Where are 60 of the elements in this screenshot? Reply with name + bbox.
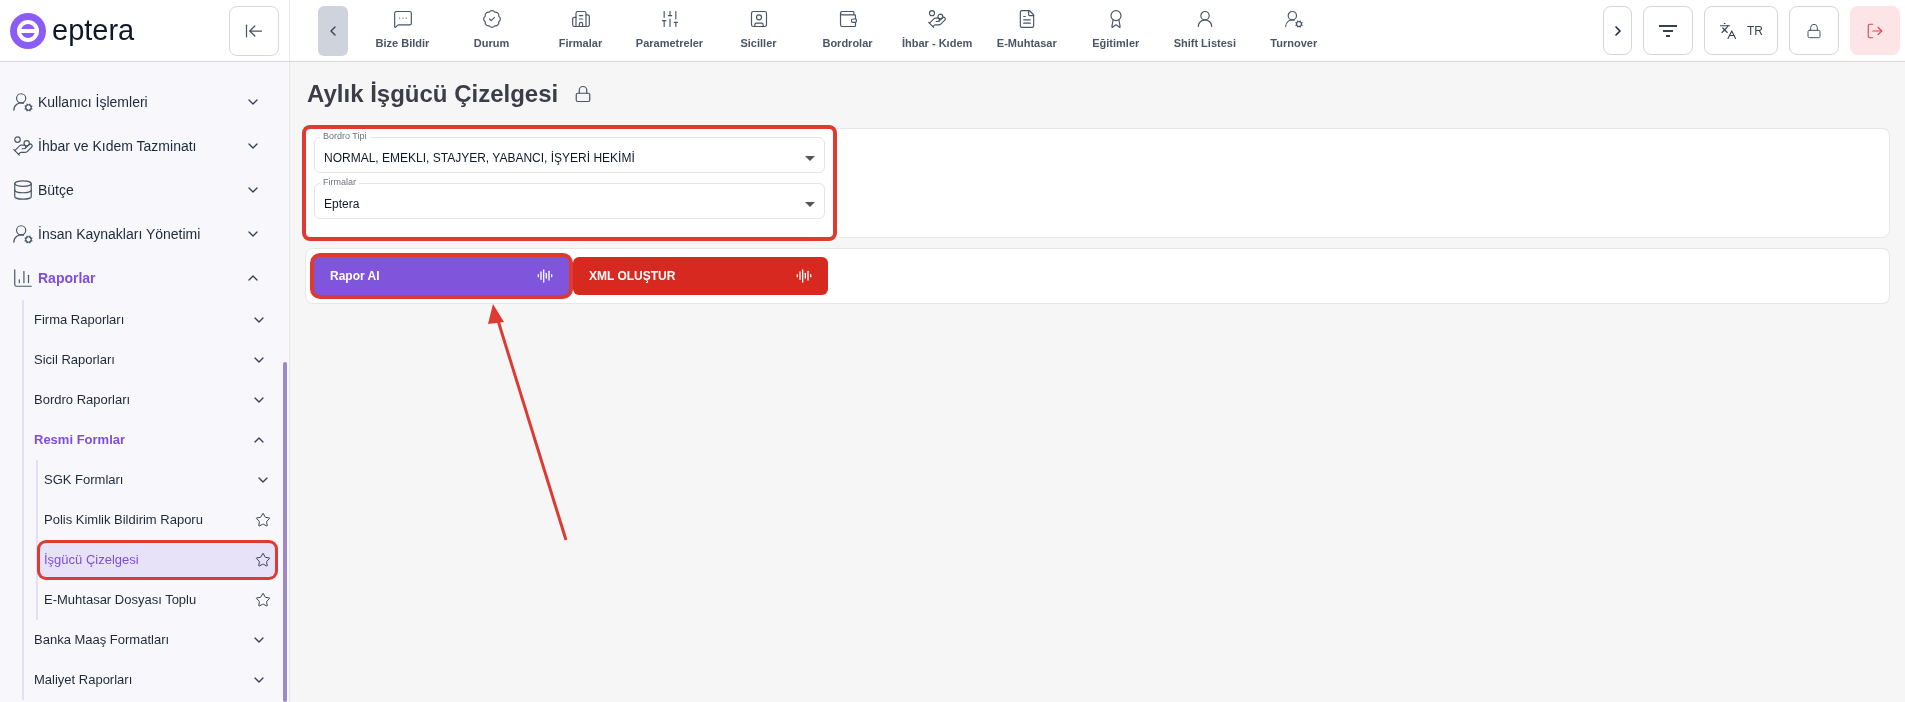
- toolbar-button[interactable]: E-Muhtasar: [984, 5, 1070, 56]
- logo-icon: [10, 12, 46, 49]
- hand-coins-icon: [927, 9, 948, 30]
- logout-button[interactable]: [1850, 6, 1900, 55]
- toolbar-button[interactable]: Durum: [449, 5, 534, 56]
- collapse-sidebar-button[interactable]: [229, 5, 279, 56]
- building-icon: [570, 9, 591, 30]
- chart-icon: [12, 267, 34, 289]
- user-card-icon: [748, 9, 769, 30]
- toolbar-button[interactable]: Eğitimler: [1073, 5, 1159, 56]
- brand-name: eptera: [52, 16, 135, 45]
- user-cog-icon: [1283, 9, 1304, 30]
- logout-icon: [1866, 21, 1884, 40]
- star-icon[interactable]: [255, 512, 271, 528]
- database-icon: [12, 179, 34, 201]
- sliders-icon: [659, 9, 680, 30]
- translate-icon: [1719, 21, 1737, 40]
- language-button[interactable]: TR: [1704, 6, 1778, 55]
- toolbar-button[interactable]: Shift Listesi: [1162, 5, 1248, 56]
- scroll-right-button[interactable]: [1603, 6, 1632, 55]
- sidebar-item[interactable]: Bütçe: [0, 168, 289, 212]
- filter-button[interactable]: [1643, 6, 1693, 55]
- wallet-icon: [837, 9, 858, 30]
- filter-icon: [1659, 24, 1677, 37]
- toolbar-button[interactable]: Bize Bildir: [360, 5, 445, 56]
- star-icon[interactable]: [255, 592, 271, 608]
- lock-button[interactable]: [1789, 6, 1839, 55]
- toolbar-button[interactable]: Firmalar: [538, 5, 623, 56]
- lock-icon[interactable]: [574, 85, 593, 103]
- dropdown-arrow-icon: [805, 201, 815, 207]
- star-icon[interactable]: [255, 552, 271, 568]
- sidebar-item[interactable]: Polis Kimlik Bildirim Raporu: [40, 503, 275, 537]
- badge-check-icon: [481, 9, 502, 30]
- sidebar-item[interactable]: İhbar ve Kıdem Tazminatı: [0, 124, 289, 168]
- sidebar-item[interactable]: E-Muhtasar Dosyası Toplu: [40, 583, 275, 617]
- page-title: Aylık İşgücü Çizelgesi: [307, 79, 559, 109]
- field-label: Firmalar: [320, 178, 359, 187]
- toolbar-button[interactable]: Bordrolar: [805, 5, 890, 56]
- action-button[interactable]: XML OLUŞTUR: [573, 257, 828, 295]
- sidebar-item[interactable]: İşgücü Çizelgesi: [40, 543, 275, 577]
- audio-wave-icon: [537, 268, 553, 284]
- user-cog-icon: [12, 91, 34, 113]
- sidebar-item[interactable]: Raporlar: [0, 256, 289, 300]
- toolbar-button[interactable]: İhbar - Kıdem: [894, 5, 981, 56]
- toolbar-button[interactable]: Siciller: [716, 5, 801, 56]
- sidebar-item[interactable]: Firma Raporları: [24, 300, 289, 340]
- user-cog-icon: [12, 223, 34, 245]
- scrollbar[interactable]: [283, 362, 287, 702]
- field-label: Bordro Tipi: [320, 132, 370, 141]
- sidebar-item[interactable]: SGK Formları: [40, 463, 275, 497]
- toolbar-button[interactable]: Turnover: [1251, 5, 1337, 56]
- hand-coins-icon: [12, 135, 34, 157]
- dropdown-arrow-icon: [805, 155, 815, 161]
- sidebar-item[interactable]: İnsan Kaynakları Yönetimi: [0, 212, 289, 256]
- toolbar-button[interactable]: Parametreler: [627, 5, 712, 56]
- sidebar-item[interactable]: Kullanıcı İşlemleri: [0, 80, 289, 124]
- scroll-left-button[interactable]: [318, 5, 348, 56]
- message-icon: [392, 9, 413, 30]
- audio-wave-icon: [796, 268, 812, 284]
- lock-icon: [1806, 22, 1822, 39]
